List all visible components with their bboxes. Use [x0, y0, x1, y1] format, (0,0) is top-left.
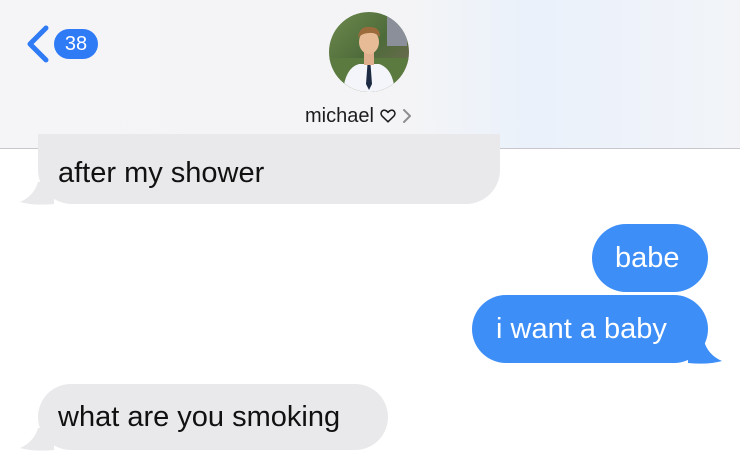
bubble-tail	[20, 428, 54, 451]
chevron-right-icon	[402, 109, 411, 123]
unread-count-badge: 38	[54, 29, 98, 59]
conversation-header: 38 michael	[0, 0, 740, 149]
contact-details-button[interactable]: michael	[305, 103, 412, 129]
message-bubble-sent[interactable]: babe	[592, 224, 708, 292]
message-text: what are you smoking	[58, 400, 341, 433]
back-button[interactable]: 38	[22, 22, 98, 66]
contact-photo	[329, 12, 409, 92]
message-text: after my shower	[58, 156, 265, 189]
message-text: babe	[615, 241, 680, 274]
bubble-tail	[688, 341, 722, 364]
heart-outline-icon	[380, 109, 396, 123]
message-bubble-received[interactable]: what are you smoking	[38, 384, 388, 450]
contact-name: michael	[305, 105, 374, 127]
message-bubble-received[interactable]: after my shower	[38, 134, 500, 204]
chevron-left-icon	[27, 25, 49, 63]
contact-avatar[interactable]	[329, 12, 409, 92]
bubble-tail	[20, 182, 54, 205]
message-bubble-sent[interactable]: i want a baby	[472, 295, 708, 363]
message-text: i want a baby	[496, 312, 667, 345]
